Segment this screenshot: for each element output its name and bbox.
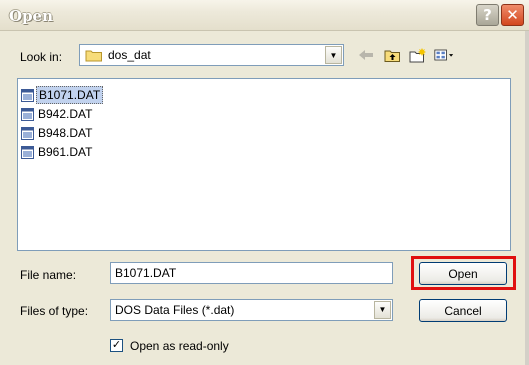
toolbar	[356, 46, 454, 64]
cancel-button[interactable]: Cancel	[419, 299, 507, 322]
help-icon: ?	[483, 6, 492, 24]
up-folder-icon[interactable]	[382, 46, 402, 64]
file-name-field[interactable]: B1071.DAT	[110, 262, 393, 284]
read-only-label: Open as read-only	[130, 339, 229, 353]
dat-file-icon	[21, 88, 34, 102]
files-of-type-combo[interactable]: DOS Data Files (*.dat) ▼	[110, 299, 393, 321]
window-edge	[525, 31, 529, 365]
open-button[interactable]: Open	[419, 262, 507, 285]
window-title: Open	[9, 7, 54, 25]
look-in-value: dos_dat	[108, 48, 151, 62]
check-icon: ✓	[111, 339, 122, 351]
open-button-label: Open	[448, 266, 478, 281]
files-of-type-label: Files of type:	[20, 304, 89, 318]
file-item[interactable]: B961.DAT	[21, 144, 94, 160]
view-menu-icon[interactable]	[434, 46, 454, 64]
file-list[interactable]: B1071.DAT B942.DAT B948.DAT B961.DAT	[17, 78, 511, 251]
read-only-checkbox[interactable]: ✓	[110, 339, 123, 352]
file-name-label-text: File name:	[20, 268, 77, 282]
file-name-label: B961.DAT	[38, 145, 93, 159]
file-item[interactable]: B1071.DAT	[21, 86, 104, 104]
close-icon: ✕	[506, 6, 519, 24]
close-button[interactable]: ✕	[501, 4, 524, 26]
files-of-type-dropdown-arrow-icon[interactable]: ▼	[374, 301, 391, 319]
look-in-dropdown-arrow-icon[interactable]: ▼	[325, 46, 342, 64]
file-name-label: B942.DAT	[38, 107, 93, 121]
files-of-type-value: DOS Data Files (*.dat)	[115, 303, 235, 317]
folder-icon	[85, 49, 103, 62]
help-button[interactable]: ?	[476, 4, 499, 26]
look-in-label: Look in:	[20, 50, 63, 64]
dat-file-icon	[21, 107, 34, 121]
title-bar: Open ? ✕	[0, 0, 529, 31]
look-in-combo[interactable]: dos_dat ▼	[79, 44, 344, 66]
file-item[interactable]: B942.DAT	[21, 106, 94, 122]
dat-file-icon	[21, 145, 34, 159]
file-name-label: B948.DAT	[38, 126, 93, 140]
back-arrow-icon[interactable]	[356, 46, 376, 64]
new-folder-icon[interactable]	[408, 46, 428, 64]
dat-file-icon	[21, 126, 34, 140]
file-name-label: B1071.DAT	[36, 86, 104, 104]
file-item[interactable]: B948.DAT	[21, 125, 94, 141]
cancel-button-label: Cancel	[444, 303, 482, 318]
